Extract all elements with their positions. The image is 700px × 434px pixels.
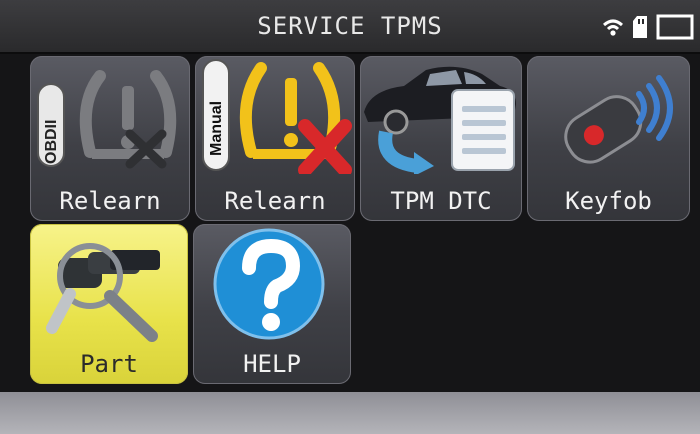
status-area: [602, 14, 694, 40]
tpms-sensor-icon: [46, 243, 160, 342]
tile-label: Relearn: [59, 187, 161, 215]
tile-label: HELP: [243, 350, 301, 378]
manual-relearn-tile[interactable]: Manual Relearn: [195, 56, 355, 221]
tile-label: Part: [80, 350, 138, 378]
car-document-icon: [364, 66, 516, 174]
tpms-warning-icon: OBDII: [37, 70, 177, 169]
help-tile[interactable]: HELP: [193, 224, 351, 384]
manual-badge: Manual: [208, 101, 225, 156]
device-screen: SERVICE TPMS OBDII Relearn Manual Relear…: [0, 0, 700, 434]
bottom-bar: [0, 392, 700, 434]
title-bar: SERVICE TPMS: [0, 0, 700, 54]
page-title: SERVICE TPMS: [257, 12, 443, 40]
tile-label: Relearn: [224, 187, 326, 215]
obdii-badge: OBDII: [43, 120, 60, 164]
obdii-relearn-tile[interactable]: OBDII Relearn: [30, 56, 190, 221]
keyfob-icon: [564, 75, 673, 164]
tpm-dtc-tile[interactable]: TPM DTC: [360, 56, 522, 221]
part-tile[interactable]: Part: [30, 224, 188, 384]
battery-icon: [656, 14, 694, 40]
tile-label: TPM DTC: [390, 187, 492, 215]
wifi-icon: [603, 19, 623, 36]
tpms-warning-icon: Manual: [202, 59, 352, 174]
question-icon: [213, 228, 325, 340]
keyfob-tile[interactable]: Keyfob: [527, 56, 690, 221]
sd-card-icon: [633, 16, 647, 38]
tile-label: Keyfob: [565, 187, 652, 215]
